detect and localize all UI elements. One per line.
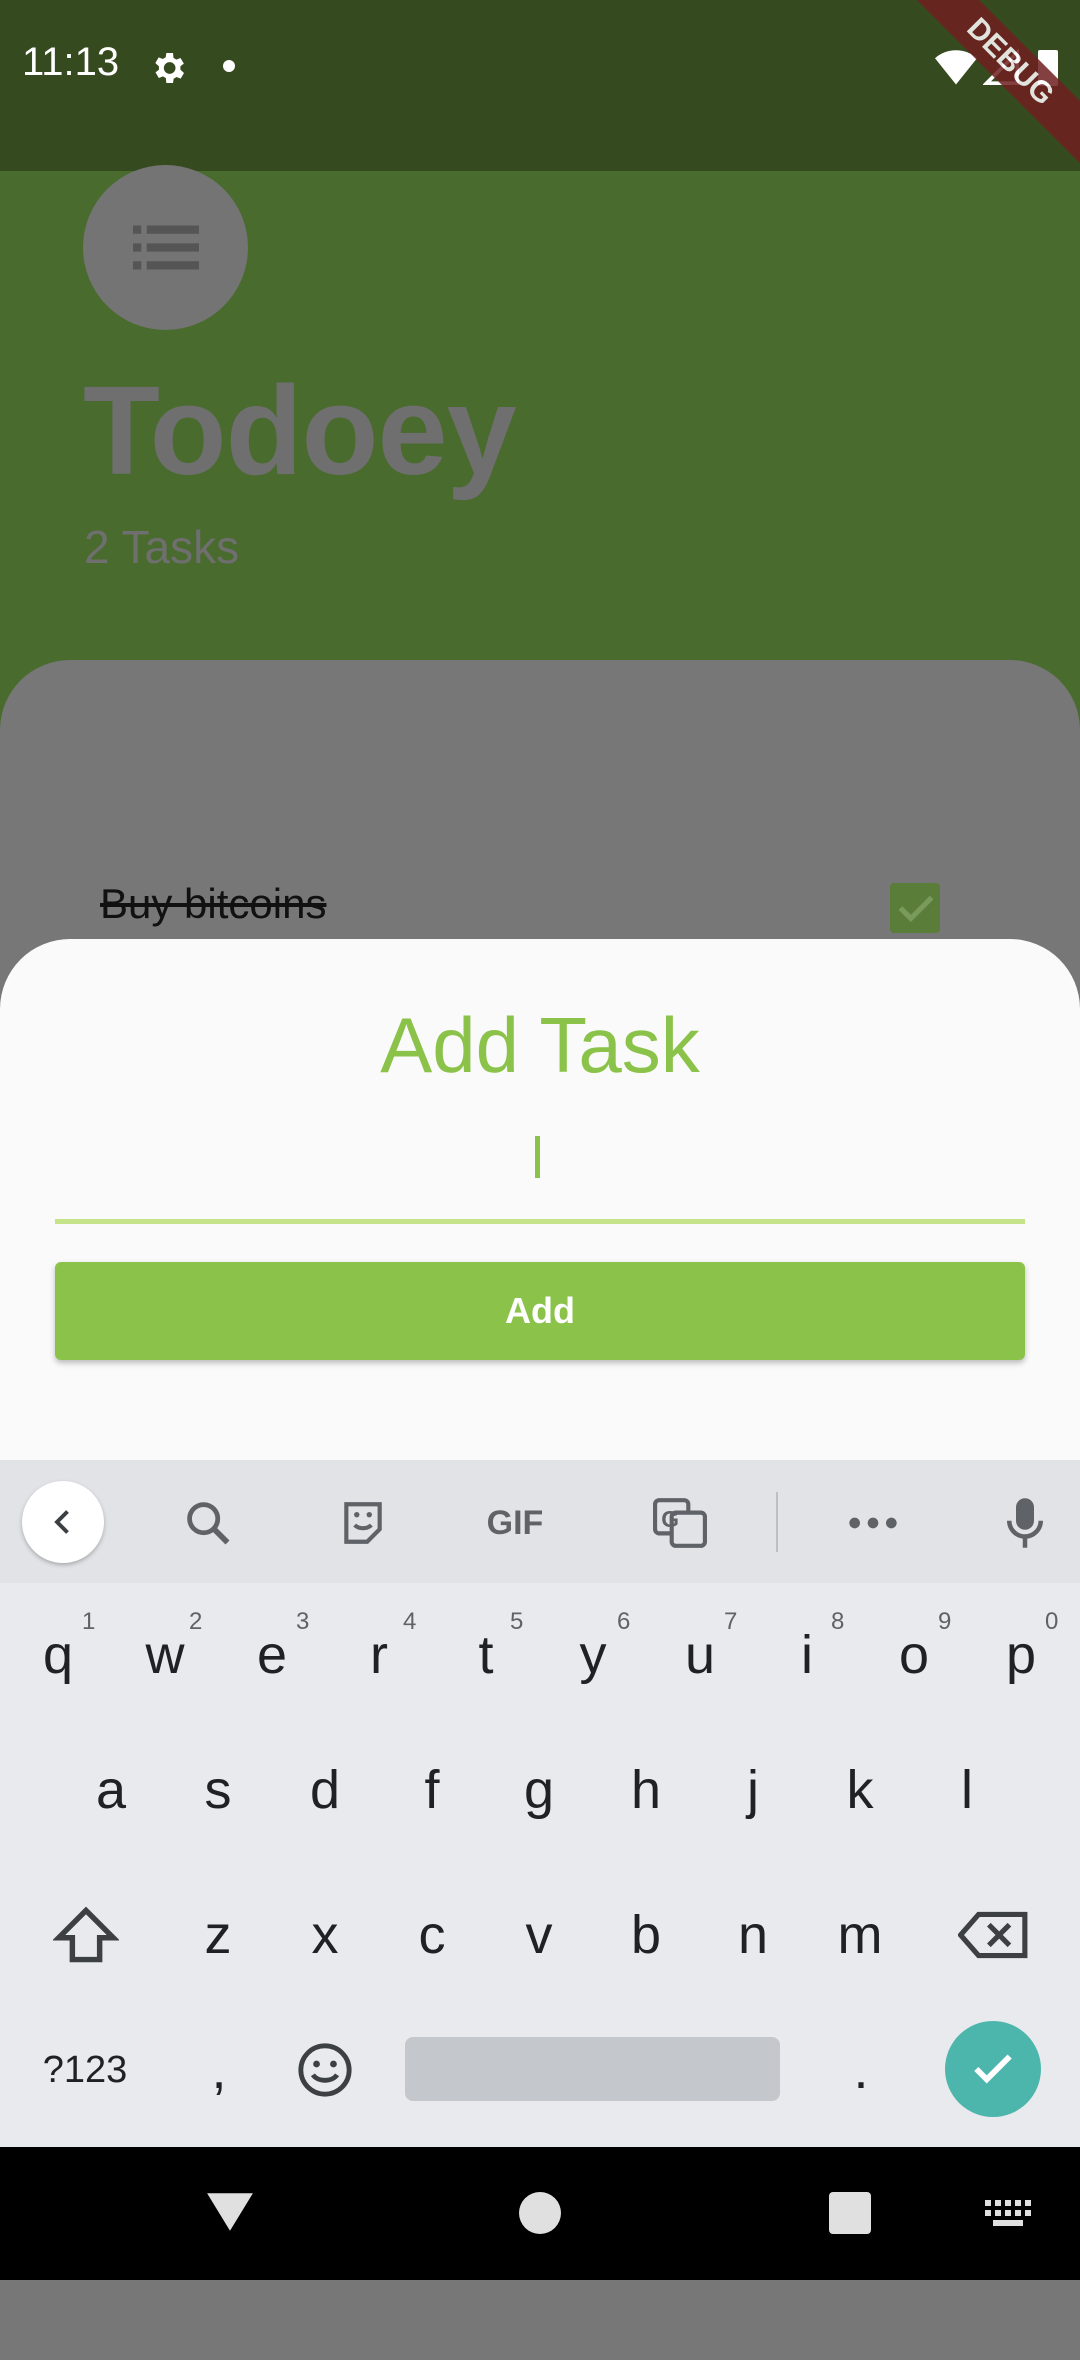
- key-n[interactable]: n: [707, 1880, 799, 1990]
- key-hint: 5: [510, 1608, 524, 1635]
- notification-dot-icon: [223, 60, 235, 72]
- key-hint: 6: [617, 1608, 631, 1635]
- key-hint: 8: [831, 1608, 845, 1635]
- toolbar-divider: [776, 1492, 778, 1552]
- recents-nav-icon[interactable]: [829, 2192, 871, 2234]
- keyboard-back-button[interactable]: [22, 1481, 104, 1563]
- key-z[interactable]: z: [172, 1880, 264, 1990]
- key-m[interactable]: m: [814, 1880, 906, 1990]
- more-options-button[interactable]: [838, 1488, 908, 1558]
- key-hint: 9: [938, 1608, 952, 1635]
- translate-icon: G: [653, 1498, 707, 1548]
- period-key[interactable]: .: [815, 2015, 907, 2125]
- key-b[interactable]: b: [600, 1880, 692, 1990]
- key-h[interactable]: h: [600, 1735, 692, 1845]
- list-icon-avatar: [83, 165, 248, 330]
- status-time: 11:13: [22, 40, 120, 84]
- key-x[interactable]: x: [279, 1880, 371, 1990]
- app-title: Todoey: [83, 360, 517, 501]
- key-g[interactable]: g: [493, 1735, 585, 1845]
- check-icon: [898, 895, 934, 923]
- key-hint: 4: [403, 1608, 417, 1635]
- microphone-icon: [1007, 1498, 1043, 1548]
- voice-input-button[interactable]: [990, 1488, 1060, 1558]
- add-button[interactable]: Add: [55, 1262, 1025, 1360]
- shift-icon: [53, 1906, 119, 1963]
- task-input[interactable]: [55, 1115, 1025, 1215]
- space-key[interactable]: [405, 2037, 780, 2101]
- keyboard-search-button[interactable]: [173, 1488, 243, 1558]
- key-hint: 2: [189, 1608, 203, 1635]
- translate-button[interactable]: G: [645, 1488, 715, 1558]
- key-hint: 7: [724, 1608, 738, 1635]
- list-icon: [133, 225, 199, 270]
- key-hint: 3: [296, 1608, 310, 1635]
- home-nav-icon[interactable]: [519, 2192, 561, 2234]
- key-k[interactable]: k: [814, 1735, 906, 1845]
- key-s[interactable]: s: [172, 1735, 264, 1845]
- backspace-icon: [958, 1911, 1028, 1959]
- key-f[interactable]: f: [386, 1735, 478, 1845]
- chevron-left-icon: [54, 1510, 69, 1534]
- key-a[interactable]: a: [65, 1735, 157, 1845]
- emoji-icon: [298, 2043, 352, 2097]
- comma-key[interactable]: ,: [173, 2015, 265, 2125]
- key-j[interactable]: j: [707, 1735, 799, 1845]
- sticker-button[interactable]: [328, 1488, 398, 1558]
- symbols-key[interactable]: ?123: [30, 2015, 140, 2125]
- svg-text:G: G: [661, 1506, 679, 1532]
- key-d[interactable]: d: [279, 1735, 371, 1845]
- key-hint: 0: [1045, 1608, 1059, 1635]
- settings-icon: [155, 53, 184, 83]
- back-nav-icon[interactable]: [205, 2190, 255, 2234]
- checkmark-icon: [974, 2054, 1012, 2084]
- task-count: 2 Tasks: [84, 521, 240, 573]
- gif-button[interactable]: GIF: [480, 1488, 550, 1558]
- search-icon: [187, 1502, 230, 1545]
- more-horizontal-icon: [849, 1517, 897, 1529]
- input-underline: [55, 1219, 1025, 1224]
- key-c[interactable]: c: [386, 1880, 478, 1990]
- shift-key[interactable]: [40, 1880, 132, 1990]
- enter-key[interactable]: [945, 2021, 1041, 2117]
- key-hint: 1: [82, 1608, 96, 1635]
- emoji-key[interactable]: [279, 2015, 371, 2125]
- sticker-icon: [344, 1502, 382, 1544]
- key-l[interactable]: l: [921, 1735, 1013, 1845]
- key-v[interactable]: v: [493, 1880, 585, 1990]
- keyboard-switch-icon[interactable]: [985, 2200, 1031, 2228]
- dialog-title: Add Task: [380, 1001, 700, 1089]
- backspace-key[interactable]: [948, 1880, 1040, 1990]
- task-checkbox[interactable]: [890, 883, 940, 933]
- task-label[interactable]: Buy bitcoins: [100, 880, 326, 928]
